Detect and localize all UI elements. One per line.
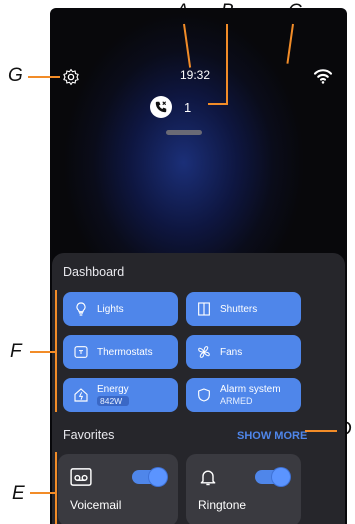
device-screen: 19:32 1 Dashboard Lights Shutters Thermo… — [50, 8, 347, 524]
tile-alarm-system[interactable]: Alarm system ARMED — [186, 378, 301, 412]
callout-e: E — [12, 483, 25, 504]
missed-call-count: 1 — [184, 99, 192, 115]
callout-f: F — [10, 341, 22, 362]
thermostat-icon — [74, 346, 88, 358]
callout-g: G — [8, 65, 23, 86]
favorite-label: Voicemail — [70, 498, 122, 512]
tile-thermostats[interactable]: Thermostats — [63, 335, 178, 369]
bottom-panel: Dashboard Lights Shutters Thermostats Fa… — [52, 253, 345, 524]
tile-energy[interactable]: Energy 842W — [63, 378, 178, 412]
clock-time: 19:32 — [179, 68, 211, 82]
callout-bracket-f — [55, 290, 57, 412]
drawer-handle[interactable] — [166, 130, 202, 135]
ringtone-toggle[interactable] — [255, 468, 290, 486]
tile-lights[interactable]: Lights — [63, 292, 178, 326]
callout-line-b-h — [208, 103, 228, 105]
tile-label: Thermostats — [97, 346, 153, 358]
alarm-status: ARMED — [220, 395, 253, 406]
callout-bracket-e — [55, 452, 57, 524]
dashboard-title: Dashboard — [63, 265, 125, 279]
callout-line-g — [28, 76, 60, 78]
gear-icon[interactable] — [62, 68, 80, 86]
tile-shutters[interactable]: Shutters — [186, 292, 301, 326]
callout-line-d — [305, 430, 337, 432]
energy-home-icon — [74, 388, 88, 402]
wifi-icon — [313, 69, 333, 84]
favorite-ringtone[interactable]: Ringtone — [186, 454, 301, 524]
tile-label: Lights — [97, 303, 124, 315]
shield-icon — [198, 388, 210, 402]
tile-label: Fans — [220, 346, 243, 358]
tile-label: Energy — [97, 383, 129, 395]
tile-fans[interactable]: Fans — [186, 335, 301, 369]
favorites-title: Favorites — [63, 428, 115, 442]
energy-value: 842W — [97, 395, 129, 407]
missed-call-indicator[interactable]: 1 — [150, 96, 191, 118]
voicemail-icon — [70, 468, 92, 486]
tile-label: Alarm system — [220, 383, 281, 395]
tile-label: Shutters — [220, 303, 258, 315]
show-more-link[interactable]: SHOW MORE — [237, 430, 307, 442]
missed-call-icon — [150, 96, 172, 118]
favorite-label: Ringtone — [198, 498, 247, 512]
callout-line-b — [226, 24, 228, 104]
callout-line-e — [30, 492, 55, 494]
callout-line-f — [30, 351, 55, 353]
voicemail-toggle[interactable] — [132, 468, 167, 486]
bell-icon — [200, 470, 216, 486]
bulb-icon — [76, 302, 86, 316]
shutter-icon — [198, 302, 210, 316]
favorite-voicemail[interactable]: Voicemail — [58, 454, 178, 524]
fan-icon — [198, 346, 210, 358]
